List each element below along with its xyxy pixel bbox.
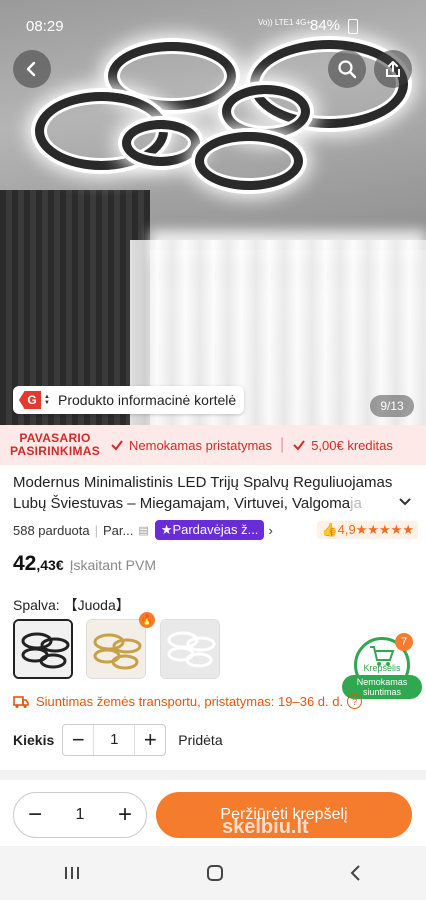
credit-item: 5,00€ kreditas <box>292 438 393 453</box>
color-swatch-black[interactable] <box>13 619 73 679</box>
color-label: Spalva: 【Juoda】 <box>13 597 130 613</box>
free-shipping-item: Nemokamas pristatymas <box>110 438 272 453</box>
cart-count-badge: 7 <box>395 633 413 651</box>
lamp-thumbnail-gold <box>87 620 145 678</box>
share-button[interactable] <box>374 50 412 88</box>
color-swatch-gold[interactable] <box>86 619 146 679</box>
shipping-info[interactable]: Siuntimas žemės transportu, pristatymas:… <box>13 694 413 709</box>
network-indicator: Vo)) LTE1 4G+ <box>258 18 311 27</box>
product-meta-row: 588 parduota | Par... ▤ ★Pardavėjas ž...… <box>13 520 418 540</box>
price-block: 42 ,43€ Įskaitant PVM <box>13 552 156 576</box>
watermark: skelbiu.lt <box>222 816 309 838</box>
promo-brand: PAVASARIO PASIRINKIMAS <box>9 431 101 458</box>
back-nav-icon[interactable] <box>348 864 364 882</box>
quantity-stepper[interactable]: − 1 + <box>62 724 167 756</box>
added-label: Pridėta <box>178 732 223 748</box>
bottom-quantity-value[interactable]: 1 <box>76 806 85 824</box>
chevron-down-icon <box>399 498 411 506</box>
energy-class-badge: G <box>19 391 41 409</box>
increase-button[interactable]: + <box>135 725 165 755</box>
share-icon <box>386 61 400 77</box>
lamp-thumbnail-black <box>15 621 71 677</box>
status-bar: 08:29 Vo)) LTE1 4G+ 84% <box>0 0 426 50</box>
search-button[interactable] <box>328 50 366 88</box>
energy-scale-icon: ▲ ▼ <box>44 394 50 406</box>
lamp-ring <box>195 132 303 190</box>
rating-badge[interactable]: 👍4,9★★★★★ <box>317 521 418 539</box>
lamp-thumbnail-white <box>161 620 219 678</box>
check-icon <box>293 440 306 451</box>
search-icon <box>338 60 357 79</box>
plus-icon[interactable]: + <box>118 801 132 829</box>
lamp-ring <box>122 120 200 166</box>
product-info-label: Produkto informacinė kortelė <box>58 392 237 408</box>
chevron-left-icon <box>26 61 36 77</box>
status-time: 08:29 <box>26 18 64 35</box>
image-counter: 9/13 <box>370 395 414 417</box>
home-icon[interactable] <box>205 863 225 883</box>
hot-icon: 🔥 <box>139 612 155 628</box>
floating-cart-button[interactable]: Krepšelis 7 Nemokamas siuntimas <box>342 633 422 699</box>
truck-icon <box>13 695 29 708</box>
promo-divider: | <box>280 436 285 453</box>
promo-bar[interactable]: PAVASARIO PASIRINKIMAS Nemokamas pristat… <box>0 425 426 465</box>
product-image[interactable]: 08:29 Vo)) LTE1 4G+ 84% G ▲ ▼ Produkto in… <box>0 0 426 425</box>
minus-icon[interactable]: − <box>28 801 42 829</box>
quantity-row: Kiekis − 1 + Pridėta <box>13 724 223 756</box>
section-divider <box>0 770 426 780</box>
lamp-ring <box>222 85 310 138</box>
sold-count: 588 parduota <box>13 522 90 538</box>
store-icon: ▤ <box>138 524 149 537</box>
bottom-quantity-stepper[interactable]: − 1 + <box>13 792 147 838</box>
seller-short[interactable]: Par... <box>103 523 133 538</box>
price-integer: 42 <box>13 552 37 575</box>
vat-note: Įskaitant PVM <box>69 557 156 573</box>
product-title[interactable]: Modernus Minimalistinis LED Trijų Spalvų… <box>13 472 393 514</box>
help-icon[interactable]: ? <box>347 694 363 709</box>
system-nav-bar <box>0 846 426 900</box>
seller-badge[interactable]: ★Pardavėjas ž... <box>154 520 265 540</box>
expand-title-button[interactable] <box>398 494 412 510</box>
battery-level: 84% <box>310 17 341 34</box>
quantity-label: Kiekis <box>13 732 55 748</box>
recent-apps-icon[interactable] <box>62 865 82 881</box>
check-icon <box>111 440 123 451</box>
meta-divider: | <box>94 522 99 538</box>
battery-icon <box>348 19 358 34</box>
chevron-right-icon[interactable]: › <box>268 523 272 538</box>
price-decimal: ,43€ <box>36 557 64 573</box>
bottom-action-bar: − 1 + Peržiūrėti krepšelį <box>0 780 426 846</box>
product-info-card-button[interactable]: G ▲ ▼ Produkto informacinė kortelė <box>13 386 245 414</box>
cart-label: Krepšelis <box>363 663 401 673</box>
color-swatch-white[interactable] <box>160 619 220 679</box>
quantity-value[interactable]: 1 <box>93 725 136 755</box>
back-button[interactable] <box>13 50 51 88</box>
decrease-button[interactable]: − <box>63 725 93 755</box>
